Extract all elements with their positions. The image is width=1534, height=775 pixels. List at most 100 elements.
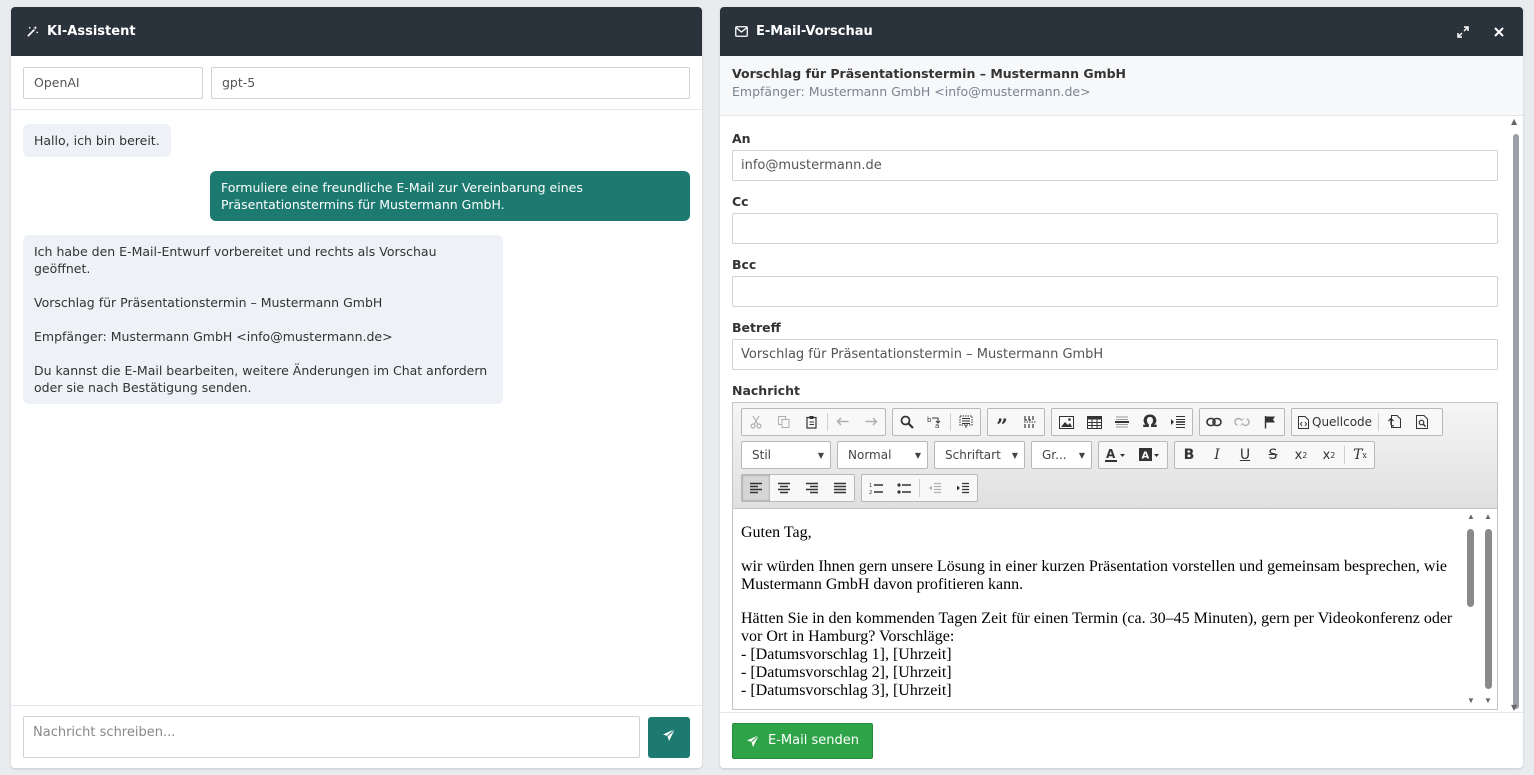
message-text: Formuliere eine freundliche E-Mail zur V… — [221, 180, 583, 212]
italic-icon[interactable]: I — [1203, 442, 1231, 468]
templates-icon[interactable] — [1380, 409, 1408, 435]
scroll-up-icon: ▲ — [1484, 512, 1492, 521]
preview-recipient: Empfänger: Mustermann GmbH <info@musterm… — [732, 84, 1091, 99]
underline-icon[interactable]: U — [1231, 442, 1259, 468]
message-text: Du kannst die E-Mail bearbeiten, weitere… — [34, 363, 488, 395]
special-char-icon[interactable]: Ω — [1136, 409, 1164, 435]
format-dropdown-value: Normal — [848, 448, 892, 462]
expand-icon[interactable] — [1453, 22, 1473, 42]
to-field[interactable]: info@mustermann.de — [732, 150, 1498, 181]
chevron-down-icon: ▼ — [1011, 450, 1018, 460]
close-icon[interactable] — [1489, 22, 1509, 42]
outdent-icon[interactable] — [921, 475, 949, 501]
preview-icon[interactable] — [1408, 409, 1436, 435]
editor-outer-scrollbar[interactable]: ▲ ▼ — [1484, 513, 1494, 705]
editor-toolbar: ba ” Ω Quellcode Stil ▼ Normal ▼ Schrift… — [733, 403, 1497, 509]
cc-field[interactable] — [732, 213, 1498, 244]
bullet-list-icon[interactable] — [890, 475, 918, 501]
strikethrough-icon[interactable]: S — [1259, 442, 1287, 468]
align-center-icon[interactable] — [770, 475, 798, 501]
form-scrollbar[interactable]: ▲ ▼ — [1511, 116, 1521, 712]
remove-format-icon[interactable]: Tx — [1346, 442, 1374, 468]
send-email-button[interactable]: E-Mail senden — [732, 722, 873, 759]
message-text: Vorschlag für Präsentationstermin – Must… — [34, 295, 383, 310]
body-paragraph: Hätten Sie in den kommenden Tagen Zeit f… — [741, 610, 1453, 699]
select-all-icon[interactable] — [952, 409, 980, 435]
model-input[interactable]: gpt-5 — [211, 66, 690, 99]
message-text: Hallo, ich bin bereit. — [34, 133, 160, 148]
paper-plane-icon — [662, 728, 676, 746]
body-paragraph: Guten Tag, — [741, 524, 812, 541]
align-left-icon[interactable] — [742, 475, 770, 501]
bcc-field[interactable] — [732, 276, 1498, 307]
undo-icon[interactable] — [829, 409, 857, 435]
subject-field[interactable]: Vorschlag für Präsentationstermin – Must… — [732, 339, 1498, 370]
editor-content[interactable]: Guten Tag, wir würden Ihnen gern unsere … — [733, 509, 1497, 709]
numbered-list-icon[interactable]: 12 — [862, 475, 890, 501]
bold-icon[interactable]: B — [1175, 442, 1203, 468]
message-label: Nachricht — [732, 383, 800, 398]
chevron-down-icon: ▼ — [914, 450, 921, 460]
search-icon[interactable] — [893, 409, 921, 435]
align-right-icon[interactable] — [798, 475, 826, 501]
body-paragraph: wir würden Ihnen gern unsere Lösung in e… — [741, 558, 1447, 593]
source-code-button[interactable]: Quellcode — [1292, 409, 1372, 435]
editor-inner-scrollbar[interactable]: ▲ ▼ — [1467, 513, 1475, 705]
indent-icon[interactable] — [949, 475, 977, 501]
chevron-down-icon: ▼ — [1078, 450, 1085, 460]
link-icon[interactable] — [1200, 409, 1228, 435]
preview-footer: E-Mail senden — [720, 712, 1523, 768]
scroll-down-icon: ▼ — [1467, 696, 1475, 705]
copy-icon[interactable] — [770, 409, 798, 435]
format-dropdown[interactable]: Normal ▼ — [837, 441, 928, 469]
style-dropdown[interactable]: Stil ▼ — [741, 441, 831, 469]
horizontal-line-icon[interactable] — [1108, 409, 1136, 435]
composer: Nachricht schreiben... — [11, 705, 702, 768]
align-justify-icon[interactable] — [826, 475, 854, 501]
envelope-icon — [734, 25, 748, 39]
provider-select[interactable]: OpenAI — [23, 66, 203, 99]
message-input[interactable]: Nachricht schreiben... — [23, 716, 640, 758]
email-preview-panel: E-Mail-Vorschau Vorschlag für Präsentati… — [720, 7, 1523, 768]
replace-icon[interactable]: ba — [921, 409, 949, 435]
paper-plane-icon — [747, 734, 760, 747]
unlink-icon[interactable] — [1228, 409, 1256, 435]
font-size-dropdown[interactable]: Gr... ▼ — [1031, 441, 1092, 469]
paste-icon[interactable] — [798, 409, 826, 435]
send-message-button[interactable] — [648, 716, 690, 758]
superscript-icon[interactable]: x2 — [1315, 442, 1343, 468]
style-dropdown-value: Stil — [752, 448, 771, 462]
page-break-icon[interactable] — [1164, 409, 1192, 435]
chevron-down-icon: ▼ — [817, 450, 824, 460]
svg-text:b: b — [927, 416, 932, 424]
blockquote-icon[interactable]: ” — [988, 409, 1016, 438]
font-dropdown[interactable]: Schriftart ▼ — [934, 441, 1025, 469]
scroll-up-icon: ▲ — [1467, 512, 1475, 521]
scroll-down-icon: ▼ — [1511, 703, 1518, 712]
redo-icon[interactable] — [857, 409, 885, 435]
chat-message-bot: Hallo, ich bin bereit. — [23, 124, 171, 157]
cut-icon[interactable] — [742, 409, 770, 435]
subject-label: Betreff — [732, 320, 781, 335]
font-size-dropdown-value: Gr... — [1042, 448, 1067, 462]
preview-header: E-Mail-Vorschau — [720, 7, 1523, 56]
cc-label: Cc — [732, 194, 749, 209]
svg-text:A: A — [1106, 448, 1116, 461]
assistant-header: KI-Assistent — [11, 7, 702, 56]
bcc-label: Bcc — [732, 257, 757, 272]
text-color-icon[interactable]: A — [1099, 442, 1133, 468]
email-form[interactable]: An info@mustermann.de Cc Bcc Betreff Vor… — [720, 116, 1523, 712]
subscript-icon[interactable]: x2 — [1287, 442, 1315, 468]
anchor-flag-icon[interactable] — [1256, 409, 1284, 435]
svg-text:A: A — [1142, 451, 1150, 462]
image-icon[interactable] — [1052, 409, 1080, 435]
chat-history[interactable]: Hallo, ich bin bereit. Formuliere eine f… — [11, 110, 702, 706]
remove-format-block-icon[interactable] — [1016, 409, 1044, 435]
table-icon[interactable] — [1080, 409, 1108, 435]
magic-wand-icon — [25, 25, 39, 39]
background-color-icon[interactable]: A — [1133, 442, 1167, 468]
source-code-label: Quellcode — [1312, 415, 1373, 429]
svg-text:2: 2 — [869, 490, 872, 495]
send-email-label: E-Mail senden — [768, 733, 859, 748]
preview-subject: Vorschlag für Präsentationstermin – Must… — [732, 66, 1127, 81]
